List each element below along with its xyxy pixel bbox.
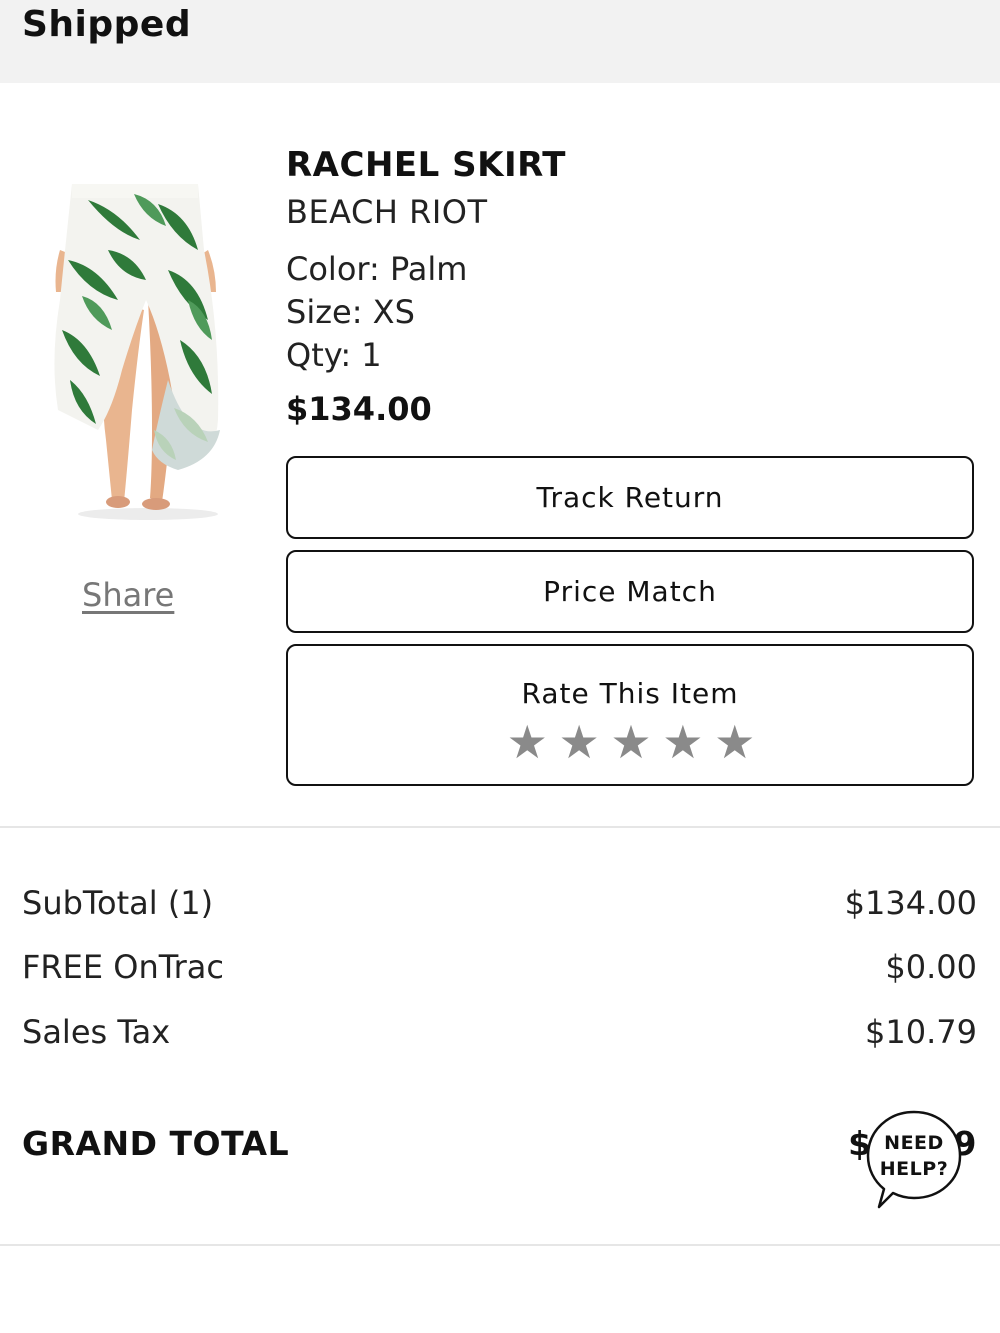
need-help-line-1: NEED — [884, 1132, 944, 1154]
grand-total-row: GRAND TOTAL $9 — [22, 1124, 977, 1163]
tax-label: Sales Tax — [22, 1013, 171, 1051]
item-color: Color: Palm — [286, 250, 468, 288]
order-status-title: Shipped — [22, 4, 192, 45]
star-3-icon[interactable]: ★ — [610, 715, 651, 769]
section-divider-bottom — [0, 1244, 1000, 1246]
item-quantity: Qty: 1 — [286, 336, 382, 374]
rate-item-label: Rate This Item — [521, 677, 739, 710]
item-brand[interactable]: BEACH RIOT — [286, 190, 976, 234]
shipping-row: FREE OnTrac $0.00 — [22, 948, 977, 986]
rating-stars: ★ ★ ★ ★ ★ — [288, 716, 972, 768]
grand-total-label: GRAND TOTAL — [22, 1124, 290, 1163]
need-help-button[interactable]: NEED HELP? — [866, 1110, 962, 1210]
shipping-value: $0.00 — [885, 948, 977, 986]
shipping-label: FREE OnTrac — [22, 948, 224, 986]
subtotal-label: SubTotal (1) — [22, 884, 214, 922]
need-help-line-2: HELP? — [879, 1158, 949, 1180]
subtotal-row: SubTotal (1) $134.00 — [22, 884, 977, 922]
item-price: $134.00 — [286, 390, 432, 428]
subtotal-value: $134.00 — [844, 884, 977, 922]
tax-value: $10.79 — [865, 1013, 977, 1051]
price-match-button[interactable]: Price Match — [286, 550, 974, 633]
rate-item-box: Rate This Item ★ ★ ★ ★ ★ — [286, 644, 974, 786]
product-image[interactable] — [48, 180, 224, 524]
star-2-icon[interactable]: ★ — [559, 715, 600, 769]
skirt-product-photo — [54, 184, 220, 520]
section-divider — [0, 826, 1000, 828]
star-1-icon[interactable]: ★ — [507, 715, 548, 769]
need-help-label: NEED HELP? — [866, 1130, 962, 1182]
item-size: Size: XS — [286, 293, 415, 331]
item-name[interactable]: RACHEL SKIRT — [286, 140, 976, 190]
tax-row: Sales Tax $10.79 — [22, 1013, 977, 1051]
item-details: RACHEL SKIRT BEACH RIOT Color: Palm Size… — [286, 140, 976, 437]
order-status-header: Shipped — [0, 0, 1000, 83]
star-4-icon[interactable]: ★ — [662, 715, 703, 769]
star-5-icon[interactable]: ★ — [714, 715, 755, 769]
track-return-button[interactable]: Track Return — [286, 456, 974, 539]
share-link[interactable]: Share — [82, 576, 174, 614]
